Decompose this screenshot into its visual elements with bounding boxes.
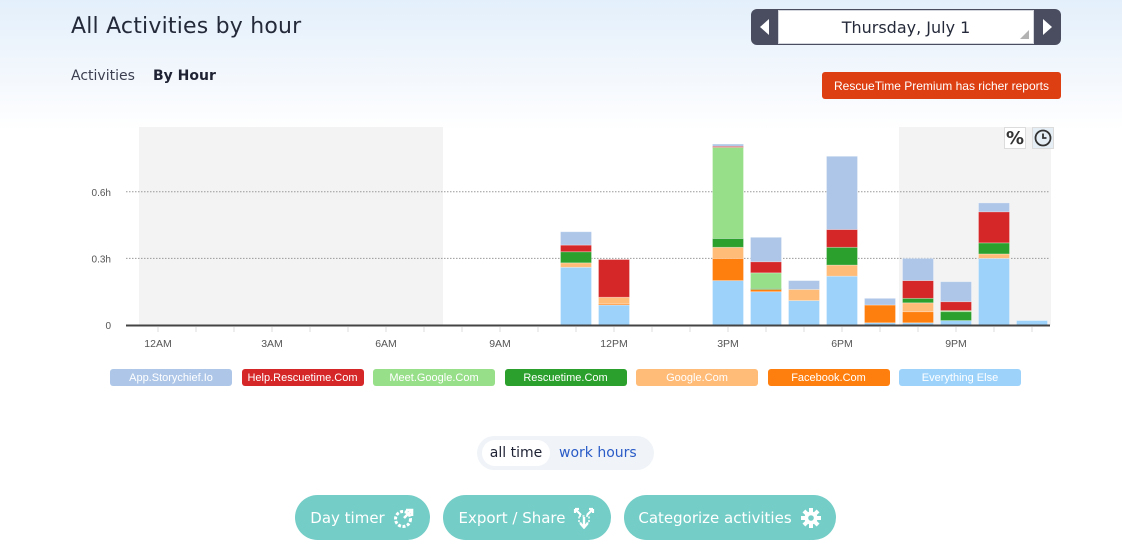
bar-segment-facebook-com: [712, 257, 744, 281]
bar-segment-everything-else: [750, 291, 782, 326]
bar-segment-google-com: [978, 253, 1010, 259]
bar-segment-rescuetime-com: [826, 246, 858, 266]
x-tick-label: 6AM: [375, 338, 397, 350]
bar-segment-google-com: [712, 246, 744, 259]
x-tick-label: 12AM: [144, 338, 171, 350]
bar-segment-rescuetime-com: [940, 311, 972, 321]
bar-segment-everything-else: [560, 266, 592, 326]
percent-view-button[interactable]: %: [1004, 127, 1026, 149]
bar-segment-app-storychief-io: [788, 280, 820, 290]
bar-segment-everything-else: [826, 275, 858, 326]
bar-segment-rescuetime-com: [902, 297, 934, 304]
bar-segment-facebook-com: [864, 304, 896, 324]
export-share-label: Export / Share: [458, 508, 566, 527]
bar-segment-google-com: [826, 264, 858, 277]
bar-segment-app-storychief-io: [750, 236, 782, 263]
x-tick-label: 3PM: [717, 338, 739, 350]
categorize-activities-label: Categorize activities: [638, 508, 792, 527]
bar-segment-help-rescuetime-com: [750, 261, 782, 274]
percent-icon: %: [1005, 127, 1025, 149]
legend-item-meet-google-com[interactable]: Meet.Google.Com: [373, 369, 495, 386]
bar-segment-help-rescuetime-com: [598, 259, 630, 298]
all-time-option[interactable]: all time: [482, 440, 550, 466]
bar-segment-help-rescuetime-com: [560, 244, 592, 253]
bar-segment-app-storychief-io: [864, 297, 896, 306]
bar-segment-app-storychief-io: [826, 155, 858, 230]
gear-icon: [800, 507, 821, 528]
bar-segment-meet-google-com: [712, 146, 744, 239]
bar-segment-facebook-com: [902, 311, 934, 324]
bar-segment-meet-google-com: [750, 272, 782, 289]
bar-segment-help-rescuetime-com: [826, 229, 858, 248]
time-range-toggle: all time work hours: [477, 436, 654, 470]
legend-item-facebook-com[interactable]: Facebook.Com: [767, 369, 890, 386]
export-share-button[interactable]: Export / Share: [443, 495, 611, 540]
day-timer-button[interactable]: Day timer: [295, 495, 430, 540]
bar-segment-app-storychief-io: [560, 231, 592, 246]
bar-segment-google-com: [560, 262, 592, 268]
bar-segment-google-com: [902, 302, 934, 313]
legend-item-help-rescuetime-com[interactable]: Help.Rescuetime.Com: [241, 369, 364, 386]
legend-item-everything-else[interactable]: Everything Else: [899, 369, 1021, 386]
bar-segment-app-storychief-io: [940, 281, 972, 303]
bar-segment-everything-else: [598, 304, 630, 326]
clock-icon: [1034, 129, 1052, 147]
bar-segment-app-storychief-io: [712, 143, 744, 147]
y-tick-label: 0.6h: [92, 188, 111, 199]
y-tick-label: 0: [105, 321, 111, 332]
hourly-stacked-bar-chart: 0 0.3h 0.6h 12AM 3AM 6AM 9AM 12PM 3PM 6PM 9PM: [92, 127, 1051, 350]
x-tick-label: 6PM: [831, 338, 853, 350]
bar-segment-rescuetime-com: [560, 251, 592, 264]
bar-segment-everything-else: [788, 300, 820, 326]
legend-item-app-storychief-io[interactable]: App.Storychief.Io: [110, 369, 232, 386]
day-timer-icon: [393, 508, 414, 528]
legend-item-rescuetime-com[interactable]: Rescuetime.Com: [504, 369, 627, 386]
export-share-icon: [574, 507, 595, 529]
bar-segment-everything-else: [712, 280, 744, 326]
work-hours-option[interactable]: work hours: [559, 440, 637, 466]
time-view-button[interactable]: [1032, 127, 1054, 149]
x-tick-label: 9PM: [945, 338, 967, 350]
bar-segment-help-rescuetime-com: [940, 301, 972, 311]
bar-segment-help-rescuetime-com: [902, 280, 934, 299]
bar-segment-google-com: [598, 296, 630, 305]
bar-segment-everything-else: [940, 320, 972, 326]
bar-segment-google-com: [788, 289, 820, 301]
day-timer-label: Day timer: [310, 508, 385, 527]
bar-segment-rescuetime-com: [712, 238, 744, 248]
x-tick-label: 3AM: [261, 338, 283, 350]
y-tick-label: 0.3h: [92, 254, 111, 265]
x-tick-label: 12PM: [600, 338, 627, 350]
bar-segment-app-storychief-io: [978, 202, 1010, 213]
off-hours-shading: [139, 127, 443, 325]
bar-segment-rescuetime-com: [978, 242, 1010, 255]
bar-segment-everything-else: [978, 257, 1010, 326]
categorize-activities-button[interactable]: Categorize activities: [624, 495, 836, 540]
bar-segment-everything-else: [1016, 320, 1048, 326]
x-tick-label: 9AM: [489, 338, 511, 350]
bar-segment-help-rescuetime-com: [978, 211, 1010, 244]
bar-segment-app-storychief-io: [902, 257, 934, 281]
legend-item-google-com[interactable]: Google.Com: [636, 369, 758, 386]
